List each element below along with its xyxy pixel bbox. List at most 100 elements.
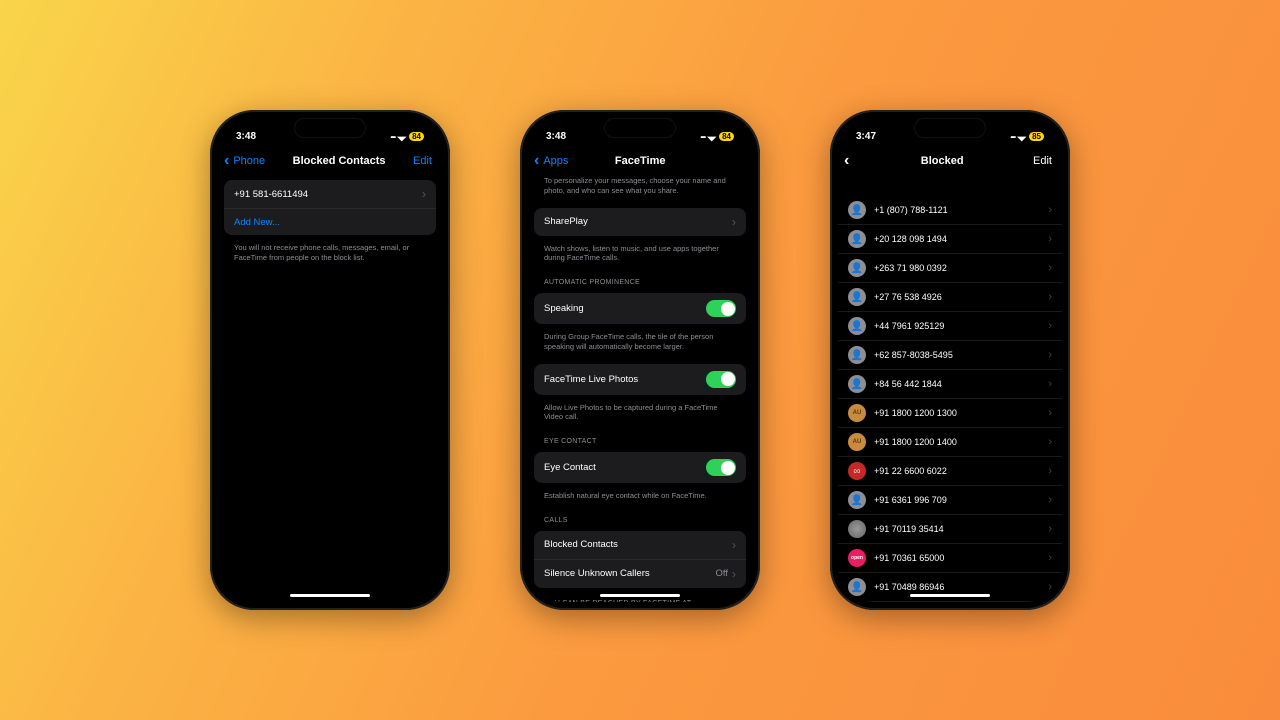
blocked-list-item[interactable]: 👤+62 857-8038-5495 bbox=[838, 341, 1062, 370]
page-title: Blocked bbox=[921, 155, 964, 167]
status-right: 84 bbox=[391, 131, 424, 142]
edit-button[interactable]: Edit bbox=[413, 155, 432, 167]
blocked-list[interactable]: 👤+1 (807) 788-1121👤+20 128 098 1494👤+263… bbox=[838, 196, 1062, 602]
speaking-toggle[interactable] bbox=[706, 300, 736, 317]
footer-text: You will not receive phone calls, messag… bbox=[224, 239, 436, 271]
contact-number: +91 70361 65000 bbox=[874, 553, 1040, 563]
notch bbox=[604, 118, 676, 138]
shareplay-row[interactable]: SharePlay bbox=[534, 208, 746, 236]
blocked-list-item[interactable]: 👤 +91 70489 86946 bbox=[838, 573, 1062, 602]
status-time: 3:47 bbox=[856, 131, 876, 142]
blocked-list-item[interactable]: 👤 +44 7961 925129 bbox=[838, 312, 1062, 341]
speaking-footer: During Group FaceTime calls, the tile of… bbox=[534, 328, 746, 360]
nav-bar: Blocked Edit bbox=[838, 146, 1062, 176]
silence-value: Off bbox=[716, 568, 729, 579]
eye-contact-footer: Establish natural eye contact while on F… bbox=[534, 487, 746, 509]
screen: 3:47 85 Blocked Edit 👤+1 (807) 788-1121👤… bbox=[838, 118, 1062, 602]
chevron-right-icon bbox=[1048, 494, 1052, 506]
live-photos-footer: Allow Live Photos to be captured during … bbox=[534, 399, 746, 431]
avatar: 👤 bbox=[848, 230, 866, 248]
contact-number: +91 6361 996 709 bbox=[874, 495, 1040, 505]
eye-contact-label: Eye Contact bbox=[544, 462, 596, 473]
blocked-list-item[interactable]: AU +91 1800 1200 1400 bbox=[838, 428, 1062, 457]
battery-badge: 84 bbox=[409, 132, 424, 141]
chevron-right-icon bbox=[1048, 436, 1052, 448]
contact-number: +91 70489 86946 bbox=[874, 582, 1040, 592]
blocked-list-item[interactable]: 👤+27 76 538 4926 bbox=[838, 283, 1062, 312]
contact-number: +91 1800 1200 1400 bbox=[874, 437, 1040, 447]
avatar: ∞ bbox=[848, 462, 866, 480]
avatar: 👤 bbox=[848, 578, 866, 596]
phone-blocked-contacts: 3:48 84 Phone Blocked Contacts Edit +91 … bbox=[210, 110, 450, 610]
avatar: 👤 bbox=[848, 317, 866, 335]
notch bbox=[294, 118, 366, 138]
content[interactable]: To personalize your messages, choose you… bbox=[528, 176, 752, 602]
live-photos-toggle[interactable] bbox=[706, 371, 736, 388]
blocked-list-item[interactable]: 👤+263 71 980 0392 bbox=[838, 254, 1062, 283]
status-right: 85 bbox=[1011, 131, 1044, 142]
blocked-list-item[interactable]: open+91 70361 65000 bbox=[838, 544, 1062, 573]
eye-contact-group: Eye Contact bbox=[534, 452, 746, 483]
signal-icon bbox=[701, 131, 705, 142]
section-eye-contact: EYE CONTACT bbox=[534, 430, 746, 448]
eye-contact-row: Eye Contact bbox=[534, 452, 746, 483]
add-new-label: Add New... bbox=[234, 217, 280, 228]
nav-bar: Apps FaceTime bbox=[528, 146, 752, 176]
chevron-right-icon bbox=[728, 567, 736, 581]
contact-number: +91 22 6600 6022 bbox=[874, 466, 1040, 476]
silence-unknown-row[interactable]: Silence Unknown Callers Off bbox=[534, 560, 746, 588]
chevron-right-icon bbox=[728, 215, 736, 229]
avatar: 👤 bbox=[848, 375, 866, 393]
eye-contact-toggle[interactable] bbox=[706, 459, 736, 476]
back-button[interactable]: Apps bbox=[534, 152, 568, 170]
blocked-list-item[interactable]: ∞ +91 22 6600 6022 bbox=[838, 457, 1062, 486]
avatar: 👤 bbox=[848, 259, 866, 277]
chevron-right-icon bbox=[1048, 262, 1052, 274]
screen: 3:48 84 Apps FaceTime To personalize you… bbox=[528, 118, 752, 602]
page-title: Blocked Contacts bbox=[293, 155, 386, 167]
blocked-list-item[interactable]: AU+91 1800 1200 1300 bbox=[838, 399, 1062, 428]
signal-icon bbox=[391, 131, 395, 142]
blocked-list-item[interactable]: 👤+1 (807) 788-1121 bbox=[838, 196, 1062, 225]
speaking-group: Speaking bbox=[534, 293, 746, 324]
battery-badge: 84 bbox=[719, 132, 734, 141]
chevron-right-icon bbox=[418, 187, 426, 201]
blocked-contacts-row[interactable]: Blocked Contacts bbox=[534, 531, 746, 560]
contact-number: +91 70119 35414 bbox=[874, 524, 1040, 534]
avatar: AU bbox=[848, 433, 866, 451]
home-indicator[interactable] bbox=[600, 594, 680, 598]
avatar: AU bbox=[848, 404, 866, 422]
back-button[interactable]: Phone bbox=[224, 152, 265, 170]
chevron-right-icon bbox=[1048, 581, 1052, 593]
home-indicator[interactable] bbox=[910, 594, 990, 598]
blocked-contact-row[interactable]: +91 581-6611494 bbox=[224, 180, 436, 209]
blocked-list-item[interactable]: +91 70119 35414 bbox=[838, 515, 1062, 544]
contact-number: +84 56 442 1844 bbox=[874, 379, 1040, 389]
blocked-list-item[interactable]: 👤+20 128 098 1494 bbox=[838, 225, 1062, 254]
home-indicator[interactable] bbox=[290, 594, 370, 598]
battery-badge: 85 bbox=[1029, 132, 1044, 141]
add-new-row[interactable]: Add New... bbox=[224, 209, 436, 235]
shareplay-label: SharePlay bbox=[544, 216, 588, 227]
edit-button[interactable]: Edit bbox=[1033, 155, 1052, 167]
blocked-list-item[interactable]: 👤+91 6361 996 709 bbox=[838, 486, 1062, 515]
shareplay-group: SharePlay bbox=[534, 208, 746, 236]
back-label: Apps bbox=[543, 155, 568, 167]
page-title: FaceTime bbox=[615, 155, 666, 167]
status-time: 3:48 bbox=[236, 131, 256, 142]
chevron-right-icon bbox=[1048, 523, 1052, 535]
back-button[interactable] bbox=[844, 152, 851, 170]
chevron-right-icon bbox=[1048, 320, 1052, 332]
blocked-list-item[interactable]: 👤 +84 56 442 1844 bbox=[838, 370, 1062, 399]
wifi-icon bbox=[709, 131, 715, 142]
contact-number: +44 7961 925129 bbox=[874, 321, 1040, 331]
avatar: 👤 bbox=[848, 288, 866, 306]
chevron-left-icon bbox=[844, 152, 851, 170]
blocked-list-group: +91 581-6611494 Add New... bbox=[224, 180, 436, 235]
contact-number: +62 857-8038-5495 bbox=[874, 350, 1040, 360]
silence-label: Silence Unknown Callers bbox=[544, 568, 650, 579]
phone-facetime-settings: 3:48 84 Apps FaceTime To personalize you… bbox=[520, 110, 760, 610]
live-photos-row: FaceTime Live Photos bbox=[534, 364, 746, 395]
status-time: 3:48 bbox=[546, 131, 566, 142]
status-right: 84 bbox=[701, 131, 734, 142]
